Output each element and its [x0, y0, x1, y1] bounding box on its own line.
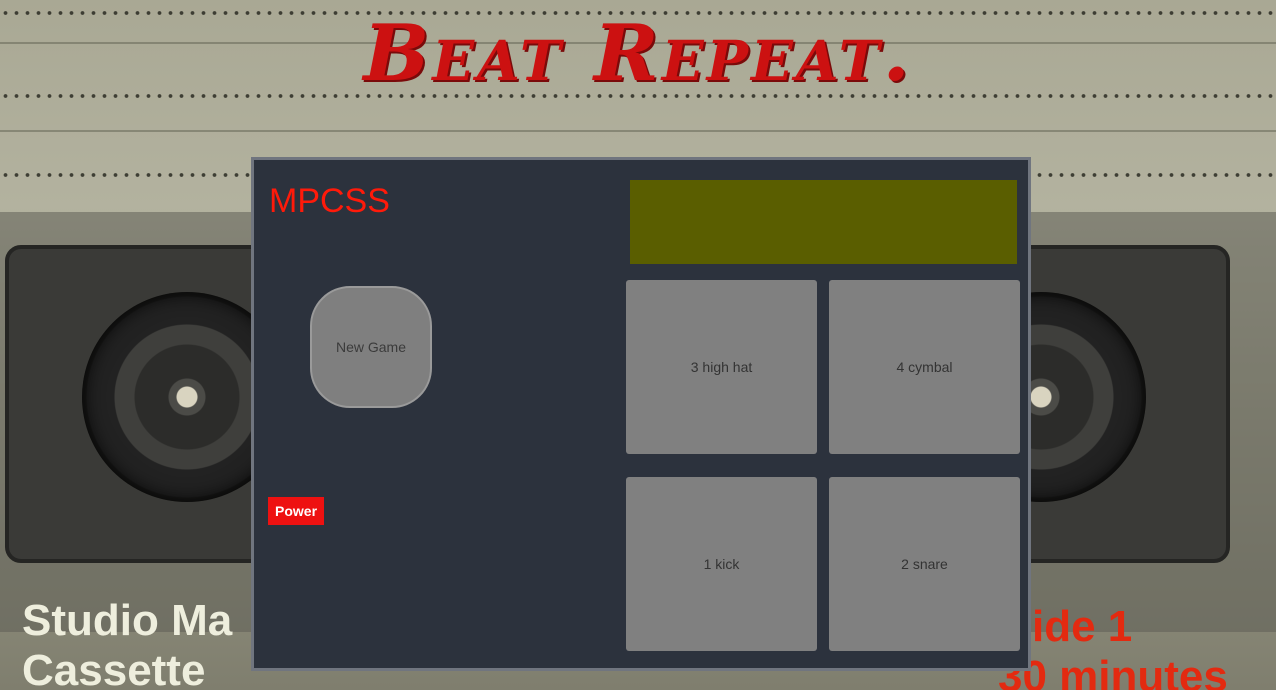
pad-label: 2 snare: [901, 556, 948, 572]
drum-console: MPCSS New Game Power 3 high hat 4 cymbal…: [251, 157, 1031, 671]
pad-label: 1 kick: [703, 556, 740, 572]
pad-snare[interactable]: 2 snare: [829, 477, 1020, 651]
pad-kick[interactable]: 1 kick: [626, 477, 817, 651]
power-label: Power: [275, 503, 318, 519]
pad-cymbal[interactable]: 4 cymbal: [829, 280, 1020, 454]
pad-high-hat[interactable]: 3 high hat: [626, 280, 817, 454]
cassette-label-left: Studio Ma Cassette: [22, 596, 233, 690]
pad-label: 3 high hat: [690, 359, 753, 375]
console-brand: MPCSS: [269, 182, 390, 220]
new-game-label: New Game: [335, 339, 407, 355]
power-button[interactable]: Power: [268, 497, 325, 525]
new-game-button[interactable]: New Game: [310, 286, 432, 408]
cassette-label-right: ide 1 30 minutes: [998, 602, 1228, 690]
score-display: [630, 180, 1017, 264]
page-title: Beat Repeat.: [363, 8, 913, 99]
pad-label: 4 cymbal: [896, 359, 953, 375]
